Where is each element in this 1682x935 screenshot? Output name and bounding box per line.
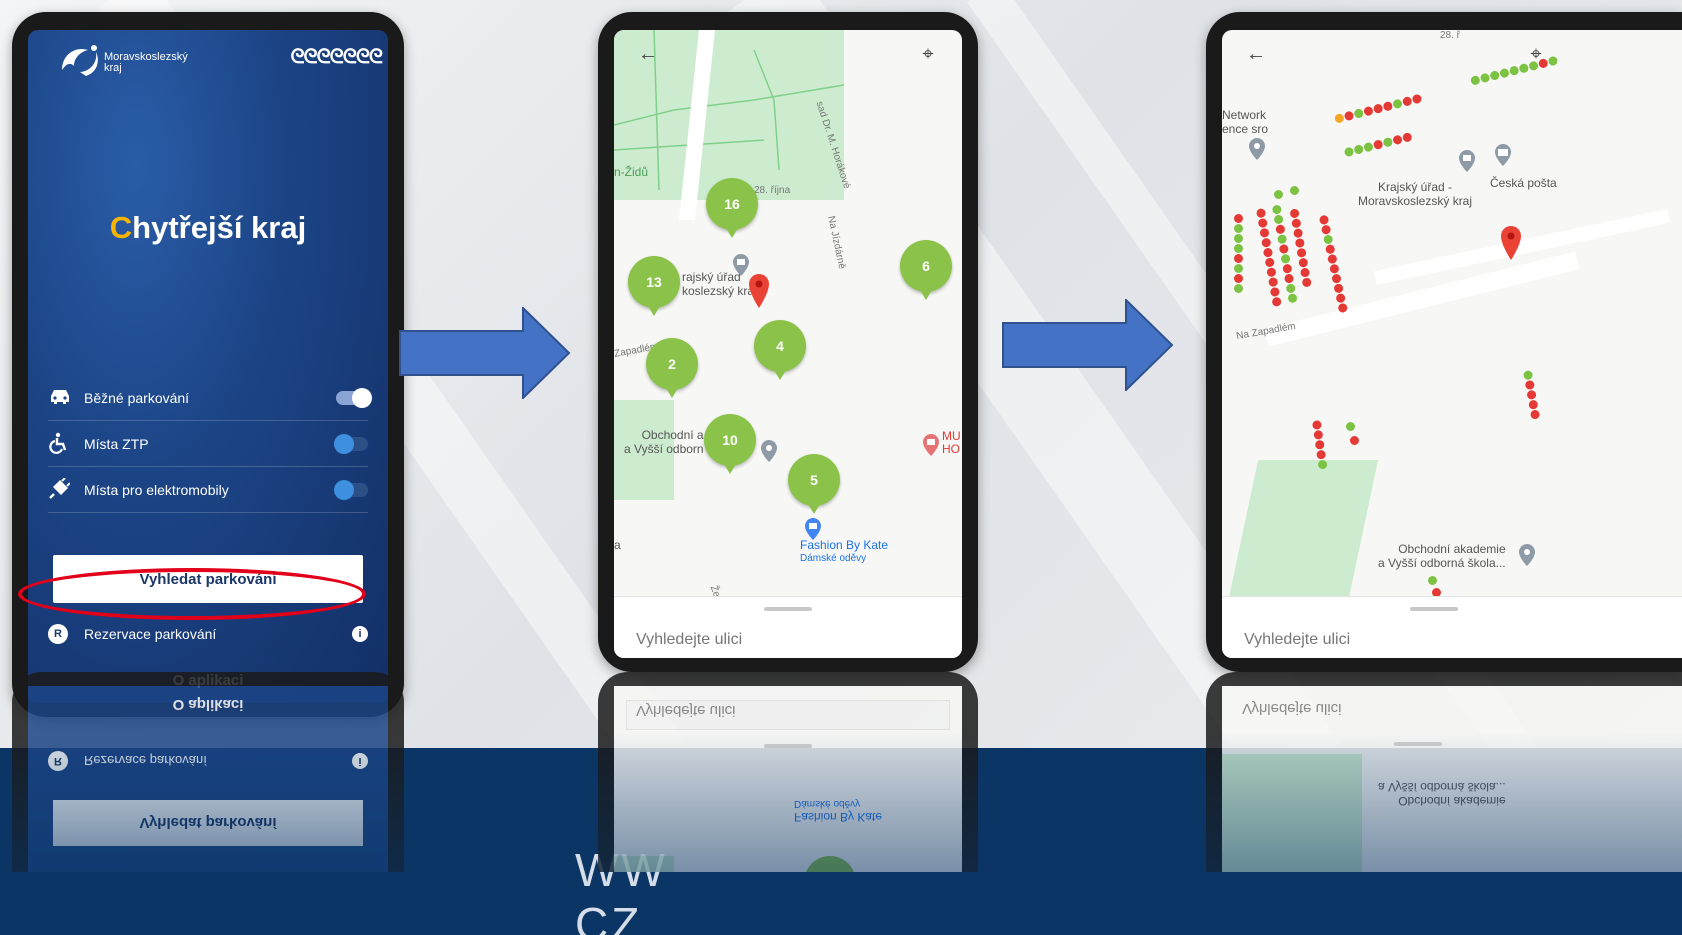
- poi-label-line: Dámské oděvy: [800, 553, 867, 564]
- toggle-label: Místa pro elektromobily: [84, 481, 229, 498]
- app-title: Chytřejší kraj: [28, 210, 388, 246]
- poi-label-line: Network: [1222, 108, 1267, 122]
- toggle-row-disabled-parking[interactable]: Místa ZTP: [48, 421, 368, 467]
- phone-2-map-screen: ← ⌖ sad Dr. M. Horákové 28. října Na Jíz…: [614, 30, 962, 658]
- phone-2-reflection: Vyhledejte ulici Fashion By Kate Dámské …: [598, 672, 978, 872]
- flow-arrow-right-icon: [1002, 299, 1174, 391]
- sheet-drag-handle[interactable]: [764, 607, 812, 611]
- flow-arrow-right-icon: [399, 307, 571, 399]
- parking-spot: [1350, 436, 1359, 445]
- parking-spot-column: [1234, 214, 1246, 314]
- poi-label: MU HO: [942, 430, 961, 456]
- poi-label-line: a Vyšší odborná škola...: [1378, 556, 1506, 570]
- region-logo-icon: [62, 45, 98, 76]
- search-bottom-sheet[interactable]: Vyhledejte ulici: [614, 596, 962, 658]
- poi-label-line: Moravskoslezský kraj: [1358, 194, 1473, 208]
- area-label: n-Židů: [614, 165, 649, 179]
- poi-label: Network ence sro: [1222, 108, 1268, 136]
- poi-label-line: Obchodní a: [641, 428, 704, 442]
- museum-pin-icon: [923, 434, 939, 456]
- location-pin-icon[interactable]: [748, 274, 770, 308]
- reservation-badge-icon: R: [48, 624, 68, 644]
- office-pin-icon: [1459, 150, 1475, 172]
- location-pin-icon[interactable]: [1500, 226, 1522, 260]
- ev-plug-icon: [48, 476, 84, 502]
- street-search-input[interactable]: Vyhledejte ulici: [636, 631, 742, 649]
- poi-label-line: koslezský kraj: [682, 284, 757, 298]
- parking-cluster-marker[interactable]: 13: [628, 256, 680, 316]
- wheelchair-icon: [48, 432, 84, 456]
- mail-pin-icon: [1495, 144, 1511, 166]
- parking-spot-row: [1343, 131, 1415, 161]
- back-arrow-icon[interactable]: ←: [1242, 40, 1270, 68]
- poi-label-line: ence sro: [1222, 122, 1269, 136]
- locate-crosshair-icon[interactable]: ⌖: [914, 40, 942, 68]
- poi-label-line: Krajský úřad -: [1378, 180, 1453, 194]
- poi-label-line: a Vyšší odborn: [624, 442, 704, 456]
- reflected-search-input: Vyhledejte ulici: [636, 702, 736, 719]
- parking-spot-column: [1522, 369, 1545, 430]
- parking-spot-row: [1469, 55, 1560, 88]
- poi-pin-icon: [761, 440, 777, 462]
- poi-pin-icon: [733, 254, 749, 276]
- shopping-pin-icon: [805, 518, 821, 540]
- phone-3-reflection: Vyhledejte ulici Obchodní akademie a Vyš…: [1206, 672, 1682, 872]
- sheet-drag-handle[interactable]: [1410, 607, 1458, 611]
- street-label: 28. ř: [1440, 30, 1461, 41]
- toggle-switch[interactable]: [334, 479, 368, 500]
- phone-3-map-screen: ← ⌖ 28. ř Network ence sro Krajský úřad …: [1222, 30, 1682, 658]
- reflected-search-input: Vyhledejte ulici: [1242, 700, 1342, 717]
- app-title-first-letter: C: [109, 210, 133, 245]
- brand-logo: Moravskoslezský kraj: [58, 42, 198, 82]
- reserve-parking-row[interactable]: R Rezervace parkování i: [48, 614, 368, 654]
- toggle-row-regular-parking[interactable]: Běžné parkování: [48, 375, 372, 421]
- poi-label: Obchodní a a Vyšší odborn: [624, 428, 704, 456]
- parking-cluster-marker[interactable]: 6: [900, 240, 952, 300]
- parking-spot: [1274, 190, 1283, 199]
- parking-spot: [1290, 186, 1299, 195]
- phone-2: ← ⌖ sad Dr. M. Horákové 28. října Na Jíz…: [598, 12, 978, 672]
- phone-1-reflection: O aplikaci R Rezervace parkování i Vyhle…: [12, 672, 404, 872]
- poi-label: a: [614, 538, 621, 552]
- brand-name-line2: kraj: [104, 62, 122, 74]
- car-icon: [48, 386, 84, 410]
- parking-cluster-marker[interactable]: 5: [788, 454, 840, 514]
- toggle-label: Běžné parkování: [84, 389, 190, 406]
- footer-url-right: CZ: [575, 898, 643, 935]
- back-arrow-icon[interactable]: ←: [634, 40, 662, 68]
- parking-spot: [1346, 422, 1355, 431]
- poi-label: Česká pošta: [1490, 176, 1557, 190]
- poi-label-line: Fashion By Kate: [800, 538, 889, 552]
- brand-logo-text: Moravskoslezský kraj: [104, 52, 194, 74]
- wave-pattern-icon: ᘓᘓᘓᘓᘓᘓᘓ: [290, 46, 383, 68]
- reflected-about-link: O aplikaci: [172, 696, 244, 713]
- toggle-switch[interactable]: [334, 433, 368, 454]
- poi-label: Fashion By Kate Dámské oděvy: [800, 538, 888, 566]
- poi-pin-icon: [1249, 138, 1265, 160]
- reserve-parking-label: Rezervace parkování: [84, 626, 217, 642]
- poi-label-line: Obchodní akademie: [1398, 542, 1506, 556]
- parking-cluster-marker[interactable]: 2: [646, 338, 698, 398]
- parking-spot: [1428, 576, 1437, 585]
- parking-cluster-marker[interactable]: 10: [704, 414, 756, 474]
- app-title-rest: hytřejší kraj: [132, 210, 307, 245]
- street-search-input[interactable]: Vyhledejte ulici: [1244, 631, 1350, 649]
- parking-spot-row: [1333, 93, 1424, 126]
- highlight-ellipse: [18, 568, 366, 620]
- poi-label: Obchodní akademie a Vyšší odborná škola.…: [1378, 542, 1506, 570]
- info-icon[interactable]: i: [352, 626, 368, 642]
- park-paths: [614, 30, 845, 191]
- poi-pin-icon: [1519, 544, 1535, 566]
- toggle-row-ev-parking[interactable]: Místa pro elektromobily: [48, 467, 368, 513]
- poi-label: Krajský úřad - Moravskoslezský kraj: [1358, 180, 1472, 208]
- street-label: 28. října: [754, 185, 791, 196]
- parking-cluster-marker[interactable]: 16: [706, 178, 758, 238]
- poi-label-line: HO: [942, 442, 960, 456]
- search-bottom-sheet[interactable]: Vyhledejte ulici: [1222, 596, 1682, 658]
- toggle-label: Místa ZTP: [84, 435, 149, 452]
- toggle-switch[interactable]: [336, 387, 372, 408]
- parking-spot-column: [1318, 214, 1354, 324]
- phone-3: ← ⌖ 28. ř Network ence sro Krajský úřad …: [1206, 12, 1682, 672]
- parking-cluster-marker[interactable]: 4: [754, 320, 806, 380]
